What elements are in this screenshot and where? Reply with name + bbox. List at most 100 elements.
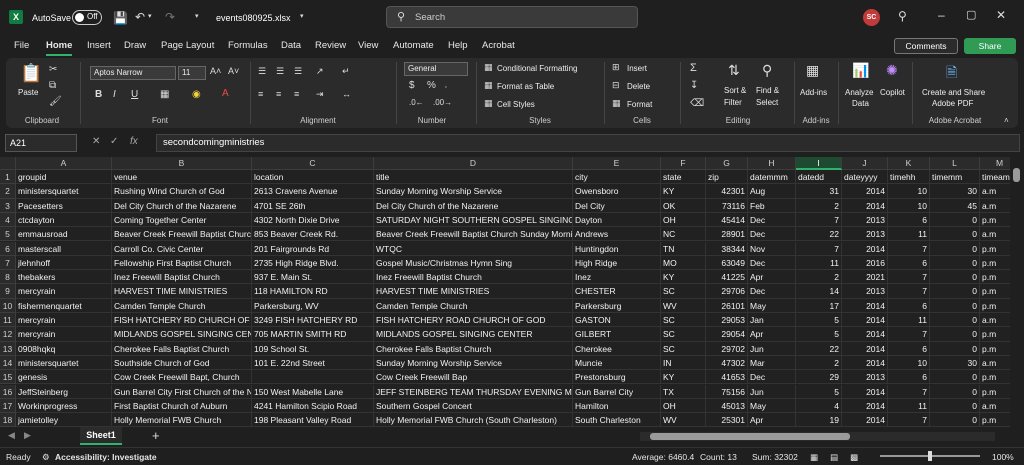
row-header[interactable]: 9 [0,284,16,299]
fill-icon[interactable]: ↧ [690,80,698,91]
table-cell[interactable]: a.m [980,399,1010,414]
header-cell[interactable]: datedd [796,170,842,185]
table-cell[interactable]: Holly Memorial FWB Church (South Charles… [374,413,573,427]
menu-home[interactable]: Home [46,40,73,56]
clear-icon[interactable]: ⌫ [690,98,704,109]
table-cell[interactable]: 7 [888,241,930,256]
table-cell[interactable]: 2613 Cravens Avenue [252,184,374,199]
table-cell[interactable]: 2014 [842,384,888,399]
column-header-b[interactable]: B [112,157,252,170]
table-cell[interactable]: WTQC [374,241,573,256]
table-cell[interactable]: 31 [796,184,842,199]
filename-dropdown-icon[interactable]: ▾ [300,12,304,20]
table-cell[interactable]: South Charleston [573,413,661,427]
column-header-l[interactable]: L [930,157,980,170]
table-cell[interactable]: a.m [980,184,1010,199]
find-select-label-1[interactable]: Find & [756,86,779,95]
menu-file[interactable]: File [14,40,29,51]
table-cell[interactable]: Cherokee [573,341,661,356]
table-cell[interactable]: 25301 [706,413,748,427]
table-cell[interactable]: 30 [930,355,980,371]
formula-input[interactable]: secondcomingministries [156,134,1020,152]
table-cell[interactable]: 19 [796,413,842,427]
table-cell[interactable]: genesis [16,370,112,385]
table-cell[interactable]: OH [661,212,706,228]
table-cell[interactable]: Dec [748,212,796,228]
orientation-icon[interactable]: ↗ [316,66,324,77]
table-cell[interactable]: Southern Gospel Concert [374,398,573,414]
header-cell[interactable]: groupid [16,170,112,185]
table-cell[interactable]: masterscall [16,241,112,256]
paste-button[interactable]: Paste [18,88,38,97]
worksheet-grid[interactable]: A B C D E F G H I J K L M 1 groupid venue location title c… [0,157,1010,427]
table-cell[interactable]: 2014 [842,413,888,427]
menu-acrobat[interactable]: Acrobat [482,40,515,51]
table-cell[interactable]: 6 [888,341,930,356]
table-cell[interactable]: Mar [748,355,796,371]
copilot-icon[interactable]: ✺ [886,62,898,79]
table-cell[interactable]: Aug [748,184,796,199]
table-cell[interactable]: 7 [888,384,930,399]
prev-sheet-icon[interactable]: ◀ [8,430,15,441]
table-cell[interactable]: Jan [748,313,796,328]
menu-help[interactable]: Help [448,40,468,51]
paste-icon[interactable]: 📋 [20,63,42,84]
format-as-table-button[interactable]: Format as Table [497,82,554,91]
table-cell[interactable]: 0 [930,284,980,299]
collapse-ribbon-icon[interactable]: ˄ [1004,116,1009,125]
table-cell[interactable]: mercyrain [16,327,112,342]
table-cell[interactable]: Rushing Wind Church of God [112,184,252,199]
table-cell[interactable]: 45013 [706,398,748,414]
table-cell[interactable]: MIDLANDS GOSPEL SINGING CENTER [112,327,252,342]
table-cell[interactable]: 2 [796,355,842,371]
table-cell[interactable]: SATURDAY NIGHT SOUTHERN GOSPEL SINGING [374,212,573,228]
redo-icon[interactable]: ↷ [165,10,175,24]
table-cell[interactable]: 11 [888,398,930,414]
table-cell[interactable]: jamietolley [16,413,112,427]
header-cell[interactable]: zip [706,170,748,185]
table-cell[interactable]: 0 [930,227,980,242]
header-cell[interactable]: title [374,170,573,185]
zoom-level[interactable]: 100% [992,452,1014,462]
table-cell[interactable]: Gun Barrel City [573,384,661,399]
table-cell[interactable]: 0 [930,384,980,399]
next-sheet-icon[interactable]: ▶ [24,430,31,441]
table-cell[interactable]: 14 [796,284,842,299]
table-cell[interactable]: Inez [573,270,661,285]
table-cell[interactable]: 7 [888,270,930,285]
add-sheet-icon[interactable]: + [152,428,160,443]
table-cell[interactable]: p.m [980,270,1010,285]
table-cell[interactable]: p.m [980,242,1010,256]
table-cell[interactable]: 47302 [706,355,748,371]
font-name-select[interactable]: Aptos Narrow [90,66,176,80]
column-header-c[interactable]: C [252,157,374,170]
indent-icon[interactable]: ⇥ [316,89,324,100]
sheet-tab-sheet1[interactable]: Sheet1 [80,427,122,445]
row-header[interactable]: 15 [0,370,16,385]
table-cell[interactable]: 28901 [706,227,748,242]
table-cell[interactable]: 7 [888,413,930,427]
column-header-e[interactable]: E [573,157,661,170]
row-header[interactable]: 4 [0,212,16,228]
align-right-icon[interactable]: ≡ [294,89,299,99]
table-cell[interactable]: Camden Temple Church [112,298,252,313]
table-cell[interactable]: 17 [796,298,842,313]
header-cell[interactable]: state [661,170,706,185]
table-cell[interactable]: Dayton [573,212,661,228]
table-cell[interactable]: 118 HAMILTON RD [252,284,374,299]
table-cell[interactable]: Beaver Creek Freewill Baptist Church Sun… [374,227,573,242]
table-cell[interactable]: Dec [748,284,796,299]
accessibility-status[interactable]: Accessibility: Investigate [55,452,157,462]
table-cell[interactable]: fishermenquartet [16,298,112,313]
menu-review[interactable]: Review [315,40,346,51]
table-cell[interactable]: IN [661,355,706,371]
header-cell[interactable]: timehh [888,170,930,185]
table-cell[interactable]: 30 [930,184,980,199]
table-cell[interactable]: p.m [980,385,1010,399]
restore-icon[interactable]: ▢ [966,8,976,21]
column-header-d[interactable]: D [374,157,573,170]
row-header[interactable]: 3 [0,198,16,213]
table-cell[interactable]: GILBERT [573,327,661,342]
table-cell[interactable]: 6 [888,298,930,313]
table-cell[interactable]: Cow Creek Freewill Bap [374,370,573,385]
